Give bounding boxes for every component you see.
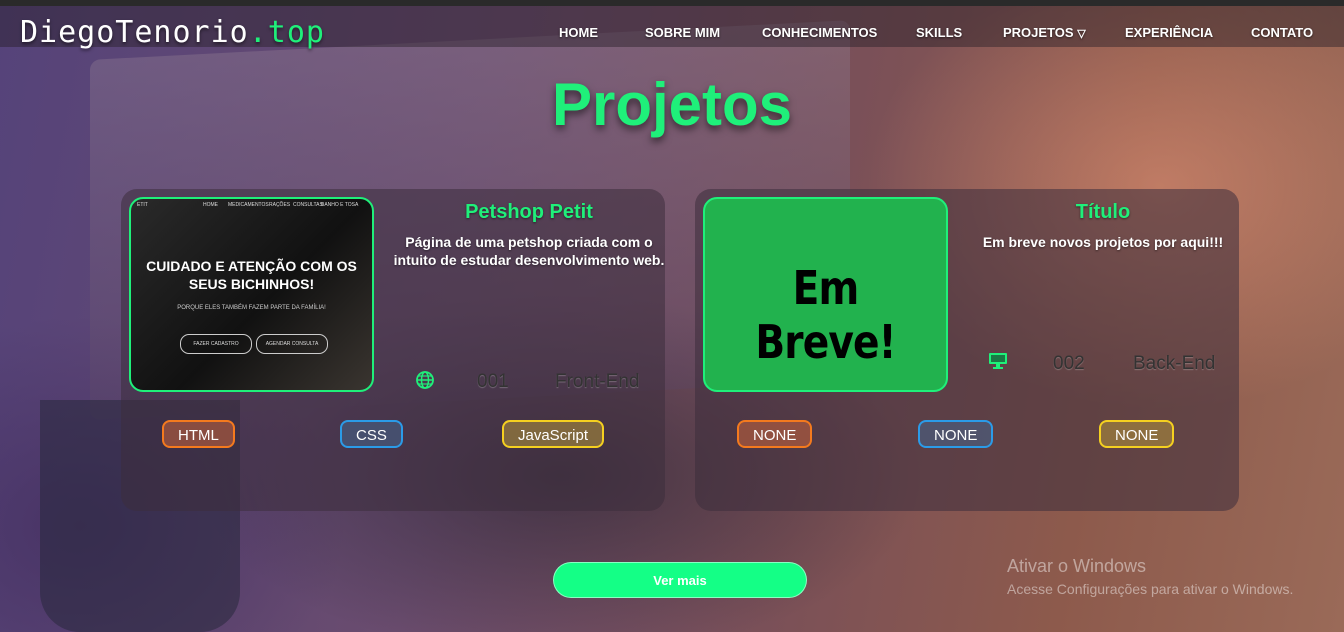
chevron-down-icon: ▽ [1077, 28, 1086, 40]
tag-none: NONE [737, 420, 813, 448]
nav-home[interactable]: HOME [559, 25, 598, 40]
nav-contato[interactable]: CONTATO [1251, 25, 1313, 40]
nav-conhecimentos[interactable]: CONHECIMENTOS [762, 25, 877, 40]
ver-mais-button[interactable]: Ver mais [553, 562, 807, 598]
logo-name: DiegoTenorio [20, 15, 249, 50]
thumbnail-menu-item: RAÇÕES [269, 202, 291, 208]
nav-skills[interactable]: SKILLS [916, 25, 962, 40]
project-title: Título [1075, 201, 1131, 223]
nav-projetos[interactable]: PROJETOS ▽ [1003, 25, 1086, 40]
project-description: Página de uma petshop criada com o intui… [393, 234, 665, 268]
project-thumbnail-petshop[interactable]: ETIT HOME MEDICAMENTOS RAÇÕES CONSULTAS … [129, 197, 374, 392]
coming-soon-text: Em Breve! [755, 261, 896, 369]
thumbnail-menu-item: BANHO E TOSA [321, 202, 359, 208]
thumbnail-headline: CUIDADO E ATENÇÃO COM OS SEUS BICHINHOS! [146, 258, 357, 292]
nav-projetos-label: PROJETOS [1003, 25, 1074, 40]
project-title: Petshop Petit [465, 201, 593, 223]
project-type: Front-End [555, 371, 640, 392]
thumbnail-button: AGENDAR CONSULTA [256, 334, 328, 354]
thumbnail-menu-item: MEDICAMENTOS [228, 202, 269, 208]
tag-javascript: JavaScript [502, 420, 605, 448]
thumbnail-menu-item: HOME [203, 202, 218, 208]
monitor-icon [988, 352, 1008, 375]
thumbnail-menu-item: CONSULTAS [293, 202, 323, 208]
project-card-petshop: ETIT HOME MEDICAMENTOS RAÇÕES CONSULTAS … [121, 189, 665, 511]
tag-none: NONE [1099, 420, 1175, 448]
nav-sobre-mim[interactable]: SOBRE MIM [645, 25, 720, 40]
tag-html: HTML [162, 420, 235, 448]
tag-none: NONE [918, 420, 994, 448]
tag-css: CSS [340, 420, 403, 448]
logo-tld: .top [248, 15, 325, 50]
thumbnail-subline: PORQUE ELES TAMBÉM FAZEM PARTE DA FAMÍLI… [177, 305, 326, 311]
nav-experiencia[interactable]: EXPERIÊNCIA [1125, 25, 1213, 40]
site-logo[interactable]: DiegoTenorio.top [20, 15, 325, 50]
project-type: Back-End [1133, 353, 1216, 374]
thumbnail-brand: ETIT [137, 202, 148, 208]
project-card-coming-soon: Em Breve! Título Em breve novos projetos… [695, 189, 1239, 511]
project-number: 002 [1053, 353, 1085, 374]
project-thumbnail-coming-soon[interactable]: Em Breve! [703, 197, 948, 392]
navbar: DiegoTenorio.top HOME SOBRE MIM CONHECIM… [0, 6, 1344, 50]
thumbnail-button: FAZER CADASTRO [180, 334, 252, 354]
project-number: 001 [477, 371, 509, 392]
thumbnail-mini-nav: ETIT HOME MEDICAMENTOS RAÇÕES CONSULTAS … [131, 201, 372, 209]
windows-activation-title: Ativar o Windows [1007, 556, 1147, 576]
windows-activation-subtitle: Acesse Configurações para ativar o Windo… [1007, 581, 1294, 597]
section-title: Projetos [551, 71, 793, 138]
project-description: Em breve novos projetos por aqui!!! [982, 234, 1224, 250]
globe-icon [415, 370, 435, 395]
